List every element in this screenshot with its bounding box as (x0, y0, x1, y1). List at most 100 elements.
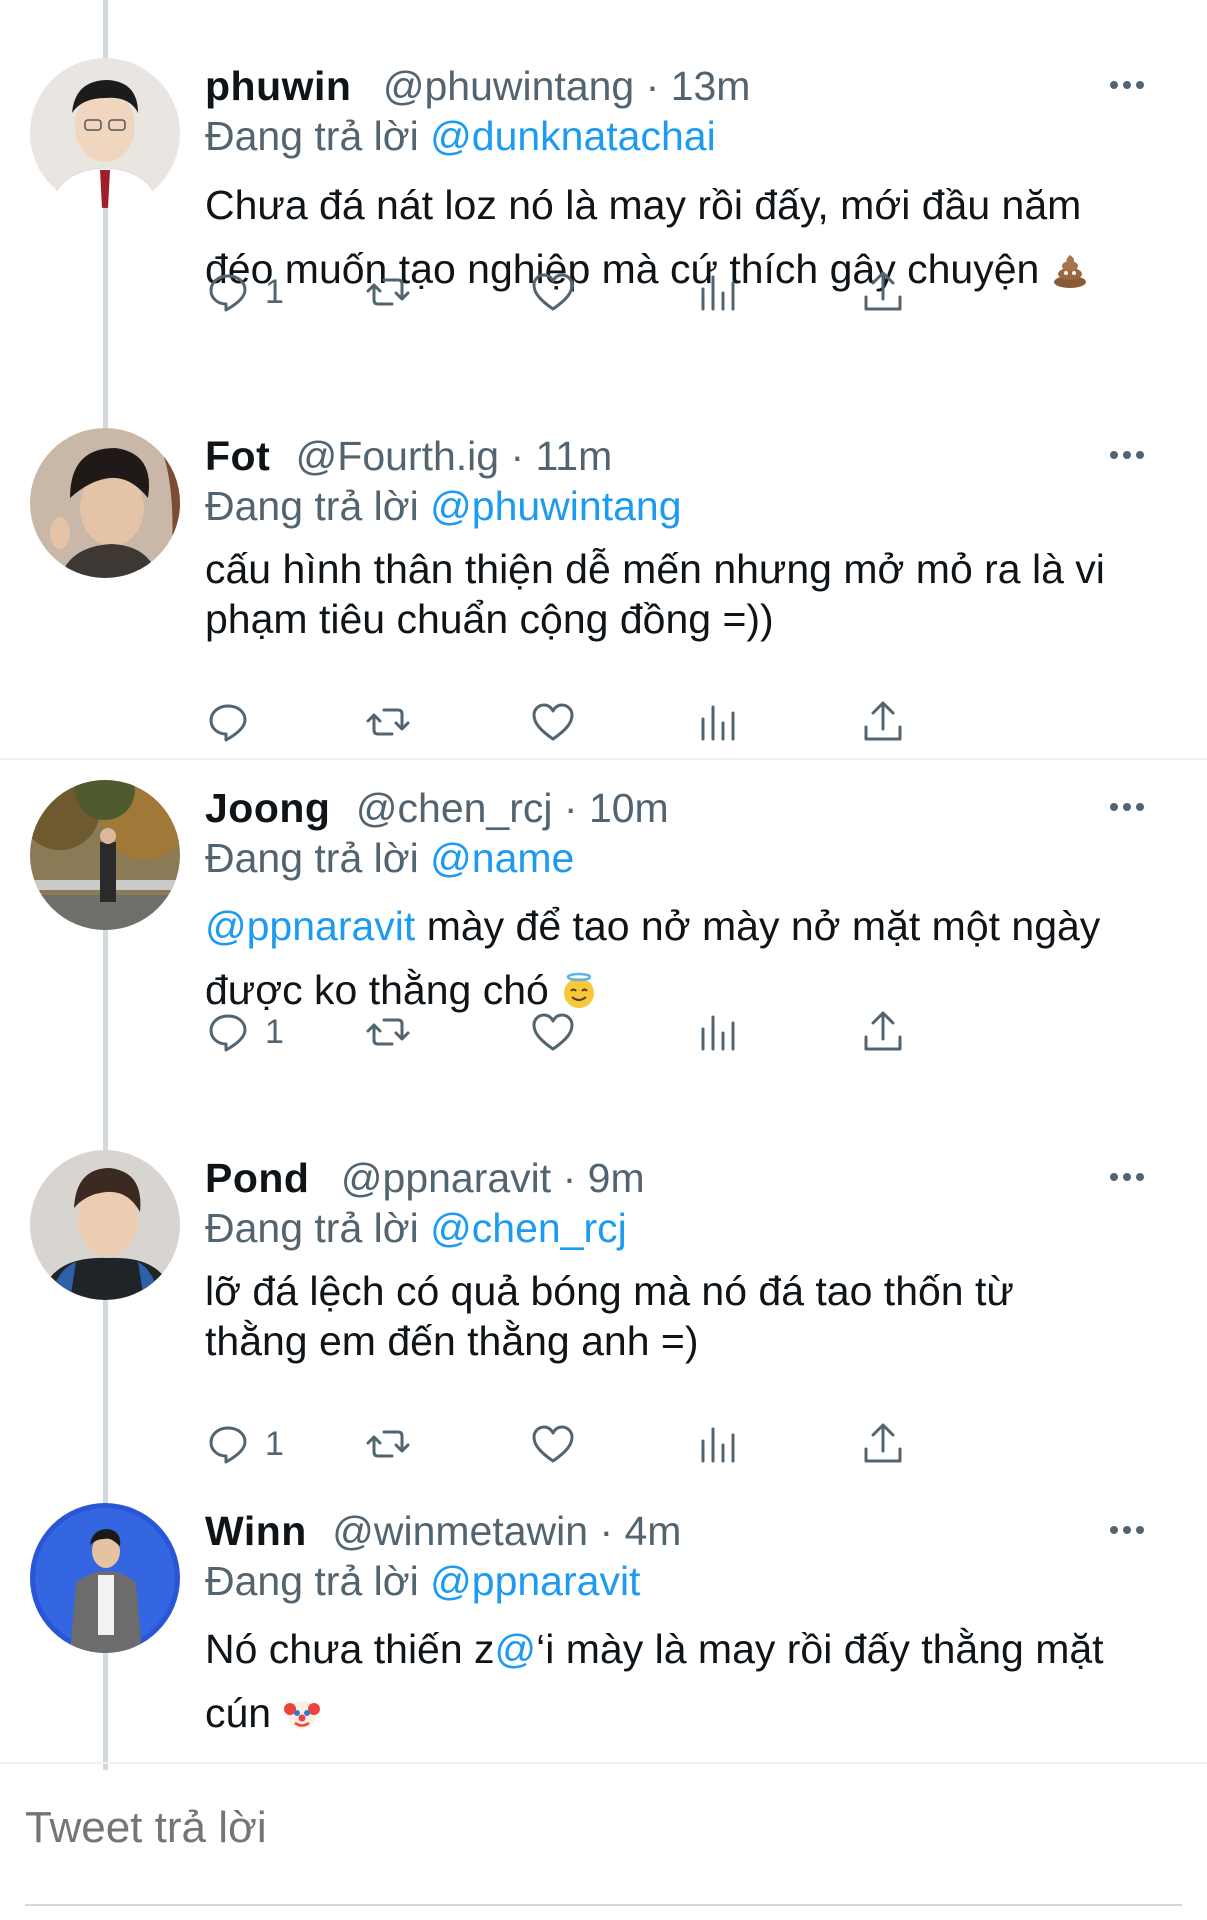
share-icon (864, 1423, 902, 1463)
retweet-button[interactable] (365, 1414, 411, 1474)
replying-label: Đang trả lời (205, 1205, 419, 1251)
timestamp[interactable]: 13m (671, 63, 751, 109)
reply-button[interactable]: 1 (205, 1002, 284, 1062)
tweet-text-line: thằng em đến thằng anh =) (205, 1318, 699, 1364)
display-name[interactable]: Winn (205, 1508, 307, 1554)
user-handle[interactable]: @chen_rcj (356, 785, 553, 831)
display-name[interactable]: Fot (205, 433, 270, 479)
reply-to-mention[interactable]: @name (430, 835, 574, 881)
timestamp[interactable]: 11m (536, 433, 613, 479)
tweet-header: Joong @chen_rcj · 10m (205, 780, 669, 836)
display-name[interactable]: Joong (205, 785, 330, 831)
more-icon[interactable] (1107, 70, 1147, 100)
tweet-header: Fot @Fourth.ig · 11m (205, 428, 612, 484)
retweet-button[interactable] (365, 262, 411, 322)
share-button[interactable] (860, 1414, 906, 1474)
user-handle[interactable]: @ppnaravit (341, 1155, 551, 1201)
tweet-text: lỡ đá lệch có quả bóng mà nó đá tao thốn… (205, 1266, 1147, 1366)
timestamp[interactable]: 9m (588, 1155, 645, 1201)
separator-dot: · (563, 785, 589, 831)
share-icon (864, 271, 902, 311)
share-icon (864, 1011, 902, 1051)
tweet-text-line: lỡ đá lệch có quả bóng mà nó đá tao thốn… (205, 1268, 1014, 1314)
separator-dot: · (510, 433, 536, 479)
like-button[interactable] (530, 262, 576, 322)
separator-dot: · (599, 1508, 625, 1554)
reply-to-mention[interactable]: @ppnaravit (430, 1558, 640, 1604)
analytics-icon (701, 1427, 735, 1463)
display-name[interactable]: phuwin (205, 63, 351, 109)
timestamp[interactable]: 4m (625, 1508, 682, 1554)
avatar[interactable] (30, 1503, 180, 1653)
reply-input[interactable] (25, 1784, 1025, 1872)
analytics-button[interactable] (695, 1002, 741, 1062)
replying-to: Đang trả lời @chen_rcj (205, 1200, 627, 1256)
replying-label: Đang trả lời (205, 1558, 419, 1604)
retweet-icon (366, 708, 410, 736)
reply-button[interactable]: 1 (205, 262, 284, 322)
like-button[interactable] (530, 1414, 576, 1474)
divider (0, 758, 1207, 760)
tweet-text-line: Nó chưa thiến z@‘i mày là may rồi đấy th… (205, 1626, 1104, 1672)
share-icon (864, 701, 902, 741)
reply-to-mention[interactable]: @chen_rcj (430, 1205, 627, 1251)
tweet-actions (205, 692, 1065, 752)
avatar[interactable] (30, 58, 180, 208)
reply-icon (209, 704, 247, 742)
reply-count: 1 (265, 1424, 284, 1463)
analytics-button[interactable] (695, 692, 741, 752)
tweet-header: Pond @ppnaravit · 9m (205, 1150, 645, 1206)
retweet-icon (366, 1430, 410, 1458)
tweet-text-line: @ppnaravit mày để tao nở mày nở mặt một … (205, 903, 1101, 949)
separator-dot: · (562, 1155, 588, 1201)
share-button[interactable] (860, 1002, 906, 1062)
reply-button[interactable]: 1 (205, 1414, 284, 1474)
like-button[interactable] (530, 692, 576, 752)
clown-emoji-icon (283, 1687, 321, 1729)
analytics-icon (701, 275, 735, 311)
reply-button[interactable] (205, 692, 265, 752)
tweet-text: cấu hình thân thiện dễ mến nhưng mở mỏ r… (205, 544, 1147, 644)
replying-label: Đang trả lời (205, 483, 419, 529)
analytics-button[interactable] (695, 262, 741, 322)
halo-smile-emoji-icon (560, 964, 598, 1008)
tweet-text-line: cún (205, 1681, 1147, 1745)
avatar[interactable] (30, 780, 180, 930)
reply-icon (209, 274, 247, 312)
tweet-actions: 1 (205, 262, 1065, 322)
share-button[interactable] (860, 692, 906, 752)
display-name[interactable]: Pond (205, 1155, 309, 1201)
timestamp[interactable]: 10m (589, 785, 669, 831)
user-handle[interactable]: @Fourth.ig (296, 433, 499, 479)
share-button[interactable] (860, 262, 906, 322)
more-icon[interactable] (1107, 440, 1147, 470)
more-icon[interactable] (1107, 1162, 1147, 1192)
retweet-button[interactable] (365, 1002, 411, 1062)
reply-to-mention[interactable]: @phuwintang (430, 483, 681, 529)
analytics-button[interactable] (695, 1414, 741, 1474)
like-icon (532, 273, 574, 311)
tweet-actions: 1 (205, 1414, 1065, 1474)
separator-dot: · (645, 63, 671, 109)
like-icon (532, 1425, 574, 1463)
replying-to: Đang trả lời @dunknatachai (205, 108, 716, 164)
like-button[interactable] (530, 1002, 576, 1062)
replying-label: Đang trả lời (205, 835, 419, 881)
user-handle[interactable]: @winmetawin (332, 1508, 588, 1554)
tweet-text-line: phạm tiêu chuẩn cộng đồng =)) (205, 596, 774, 642)
avatar[interactable] (30, 1150, 180, 1300)
retweet-icon (366, 278, 410, 306)
replying-to: Đang trả lời @phuwintang (205, 478, 682, 534)
text-mention[interactable]: @ppnaravit (205, 903, 415, 949)
like-icon (532, 1013, 574, 1051)
user-handle[interactable]: @phuwintang (383, 63, 634, 109)
more-icon[interactable] (1107, 1515, 1147, 1545)
replying-to: Đang trả lời @ppnaravit (205, 1553, 640, 1609)
avatar[interactable] (30, 428, 180, 578)
retweet-icon (366, 1018, 410, 1046)
reply-count: 1 (265, 1012, 284, 1051)
retweet-button[interactable] (365, 692, 411, 752)
reply-icon (209, 1014, 247, 1052)
more-icon[interactable] (1107, 792, 1147, 822)
reply-to-mention[interactable]: @dunknatachai (430, 113, 716, 159)
